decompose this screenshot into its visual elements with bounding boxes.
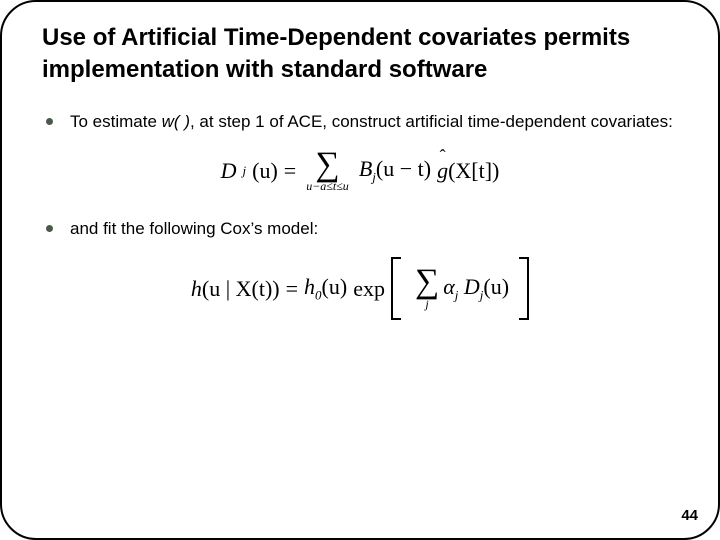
eq2-D: D [464,274,480,299]
eq2-exp: exp [353,276,385,302]
eq2-alpha: α [443,274,455,299]
eq1-D-sub: j [243,163,247,179]
equation-1: Dj(u) = ∑ u−a≤t≤u Bj(u − t) g(X[t]) [42,150,678,193]
bullet-1-emph: w( ) [162,112,190,131]
equation-2-math: h(u | X(t)) = h0(u) exp ∑ j αj Dj(u) [191,257,529,320]
bullet-1: To estimate w( ), at step 1 of ACE, cons… [42,111,678,134]
equation-2: h(u | X(t)) = h0(u) exp ∑ j αj Dj(u) [42,257,678,320]
sigma-icon: ∑ [315,150,339,181]
eq1-B: B [359,156,372,181]
eq2-bracket: ∑ j αj Dj(u) [391,257,529,320]
eq2-equals: = [286,276,298,302]
bullet-2-text: and fit the following Cox’s model: [70,219,318,238]
eq1-B-arg: (u − t) [376,156,431,181]
eq2-D-arg: (u) [483,274,509,299]
bullet-2: and fit the following Cox’s model: [42,218,678,241]
bullet-list: To estimate w( ), at step 1 of ACE, cons… [42,111,678,134]
eq1-equals: = [284,158,296,184]
eq2-h0: h [304,274,315,299]
equation-1-math: Dj(u) = ∑ u−a≤t≤u Bj(u − t) g(X[t]) [221,150,500,193]
eq2-sum-index: j [425,298,428,310]
eq1-D-arg: (u) [252,158,278,184]
eq2-sum: ∑ j [415,267,439,310]
page-number: 44 [681,507,698,524]
eq1-sum: ∑ u−a≤t≤u [306,150,349,193]
eq1-D: D [221,158,237,184]
bullet-list-2: and fit the following Cox’s model: [42,218,678,241]
left-bracket-icon [391,257,401,320]
eq1-sum-range: u−a≤t≤u [306,180,349,192]
sigma-icon: ∑ [415,267,439,298]
bullet-1-prefix: To estimate [70,112,162,131]
eq2-alpha-sub: j [455,287,459,302]
eq1-ghat: g [437,158,448,184]
bullet-1-suffix: , at step 1 of ACE, construct artificial… [190,112,673,131]
right-bracket-icon [519,257,529,320]
eq1-g-arg: (X[t]) [448,158,499,183]
eq2-h-arg: (u | X(t)) [202,276,280,301]
slide-title: Use of Artificial Time-Dependent covaria… [42,22,678,87]
eq2-h: h [191,276,202,301]
eq2-h0-arg: (u) [322,274,348,299]
slide-frame: Use of Artificial Time-Dependent covaria… [0,0,720,540]
